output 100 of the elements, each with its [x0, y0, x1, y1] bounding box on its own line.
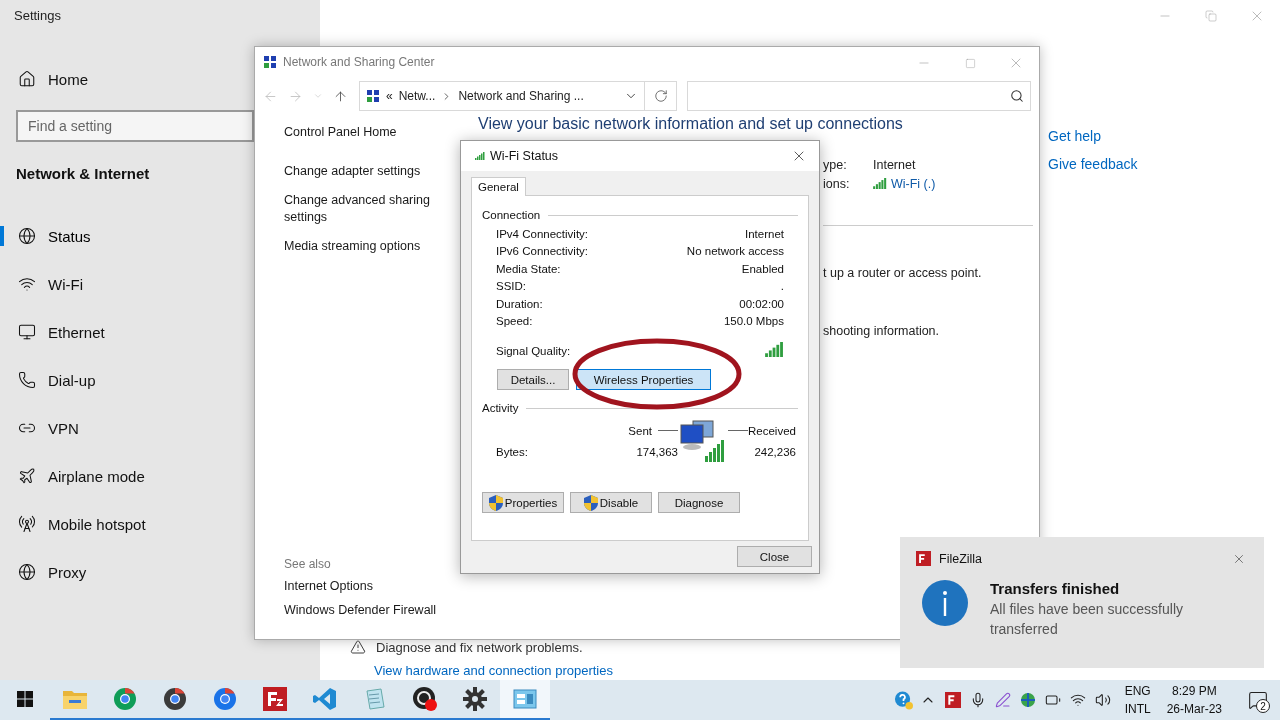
- troubleshoot-text: Diagnose and fix network problems.: [376, 639, 583, 655]
- field-label: Speed:: [496, 315, 533, 328]
- filezilla-icon: [945, 692, 962, 708]
- details-button[interactable]: Details...: [497, 369, 569, 390]
- globe-icon: [18, 563, 36, 581]
- field-value: Internet: [745, 227, 784, 240]
- nav-link[interactable]: Media streaming options: [284, 238, 434, 255]
- nav-item[interactable]: Proxy: [0, 548, 99, 596]
- notepad-icon: [363, 687, 387, 711]
- group-label: Activity: [482, 402, 519, 414]
- volume-icon: [1095, 692, 1112, 708]
- language-indicator[interactable]: ENG INTL: [1124, 682, 1151, 718]
- field-label: IPv6 Connectivity:: [496, 245, 589, 258]
- pen-icon: [995, 692, 1012, 708]
- nav-item[interactable]: Ethernet: [0, 308, 117, 356]
- monitor-icon: [18, 323, 36, 341]
- filezilla-icon: [916, 551, 931, 566]
- browser-icon: [113, 687, 137, 711]
- description-text: t up a router or access point.: [823, 266, 983, 280]
- control-panel-icon: [513, 689, 537, 709]
- browser-icon: [213, 687, 237, 711]
- message-icon: [1248, 690, 1268, 710]
- bytes-received: 242,236: [753, 445, 796, 458]
- house-icon: [18, 70, 36, 88]
- phone-icon: [18, 371, 36, 389]
- notification-title: Transfers finished: [990, 580, 1121, 597]
- nav-link[interactable]: Control Panel Home: [284, 124, 434, 141]
- address-bar[interactable]: « Netw... Network and Sharing ...: [359, 81, 645, 111]
- up-icon[interactable]: [333, 88, 348, 104]
- nav-item[interactable]: Dial-up: [0, 356, 108, 404]
- airplane-icon: [18, 467, 36, 485]
- field-value: .: [780, 280, 784, 293]
- refresh-button[interactable]: [645, 81, 677, 111]
- field-label: IPv4 Connectivity:: [496, 227, 589, 240]
- nav-item[interactable]: Airplane mode: [0, 452, 157, 500]
- connection-link[interactable]: Wi-Fi (.): [891, 176, 936, 191]
- field-label: Media State:: [496, 262, 561, 275]
- dialog-button[interactable]: Diagnose: [658, 492, 740, 513]
- see-also-label: See also: [284, 557, 332, 571]
- battery-icon: [1045, 692, 1062, 708]
- network-computers-icon: [679, 420, 727, 462]
- nav-item[interactable]: Wi-Fi: [0, 260, 95, 308]
- nav-link[interactable]: Change advanced sharing settings: [284, 192, 434, 226]
- shield-icon: [488, 494, 503, 511]
- nav-link[interactable]: Change adapter settings: [284, 163, 434, 180]
- dialog-button[interactable]: Disable: [570, 492, 652, 513]
- close-button[interactable]: Close: [737, 546, 812, 567]
- browser-icon: [163, 687, 187, 711]
- action-center-button[interactable]: 2: [1236, 680, 1280, 720]
- home-link[interactable]: Home: [0, 62, 104, 96]
- dialog-button[interactable]: Properties: [482, 492, 564, 513]
- page-heading: View your basic network information and set up connections: [478, 115, 904, 133]
- nav-link[interactable]: Windows Defender Firewall: [284, 602, 434, 619]
- nav-item[interactable]: Status: [0, 212, 103, 260]
- overflow-marker[interactable]: «: [386, 89, 393, 103]
- field-value: No network access: [686, 245, 784, 258]
- field-value: 150.0 Mbps: [723, 315, 784, 328]
- sent-label: Sent: [628, 424, 652, 437]
- filezilla-icon: [263, 687, 287, 711]
- field-label: ype:: [823, 157, 848, 172]
- warning-icon: [350, 639, 366, 655]
- help-link[interactable]: Get help: [1048, 128, 1280, 144]
- field-value: 00:02:00: [739, 297, 784, 310]
- breadcrumb[interactable]: Network and Sharing ...: [458, 89, 584, 103]
- app-name: FileZilla: [939, 551, 983, 566]
- help-link[interactable]: Give feedback: [1048, 156, 1280, 172]
- wireless-properties-button[interactable]: Wireless Properties: [576, 369, 711, 390]
- breadcrumb[interactable]: Netw...: [398, 89, 436, 103]
- window-title: Settings: [14, 8, 62, 23]
- shield-icon: [583, 494, 598, 511]
- hardware-properties-link[interactable]: View hardware and connection properties: [374, 663, 1048, 678]
- globe-icon: [1019, 692, 1038, 708]
- tab[interactable]: General: [471, 177, 526, 196]
- field-label: ions:: [823, 176, 851, 191]
- nav-link[interactable]: Internet Options: [284, 578, 434, 595]
- gear-icon: [463, 687, 487, 711]
- field-label: Bytes:: [496, 445, 529, 458]
- search-icon: [1010, 89, 1024, 103]
- group-label: Connection: [482, 209, 541, 221]
- nav-item[interactable]: VPN: [0, 404, 91, 452]
- notification-message: All files have been successfully transferred: [990, 600, 1184, 639]
- received-label: Received: [748, 424, 796, 437]
- info-icon: [922, 580, 968, 626]
- windows-logo-icon: [17, 691, 33, 707]
- window-title: Network and Sharing Center: [283, 55, 435, 69]
- nav-item[interactable]: Mobile hotspot: [0, 500, 158, 548]
- maximize-icon: [964, 57, 976, 69]
- network-icon: [263, 55, 277, 69]
- antenna-icon: [18, 515, 36, 533]
- field-value: Internet: [873, 157, 917, 172]
- description-text: shooting information.: [823, 324, 941, 338]
- folder-icon: [63, 689, 87, 709]
- field-value: Enabled: [741, 262, 784, 275]
- network-icon: [366, 89, 380, 103]
- search-field[interactable]: Find a setting: [16, 110, 254, 142]
- clock[interactable]: 8:29 PM 26-Mar-23: [1166, 682, 1222, 718]
- refresh-icon: [653, 89, 668, 103]
- signal-icon: [873, 178, 887, 189]
- restore-icon: [1205, 10, 1217, 22]
- signal-icon: [765, 342, 784, 357]
